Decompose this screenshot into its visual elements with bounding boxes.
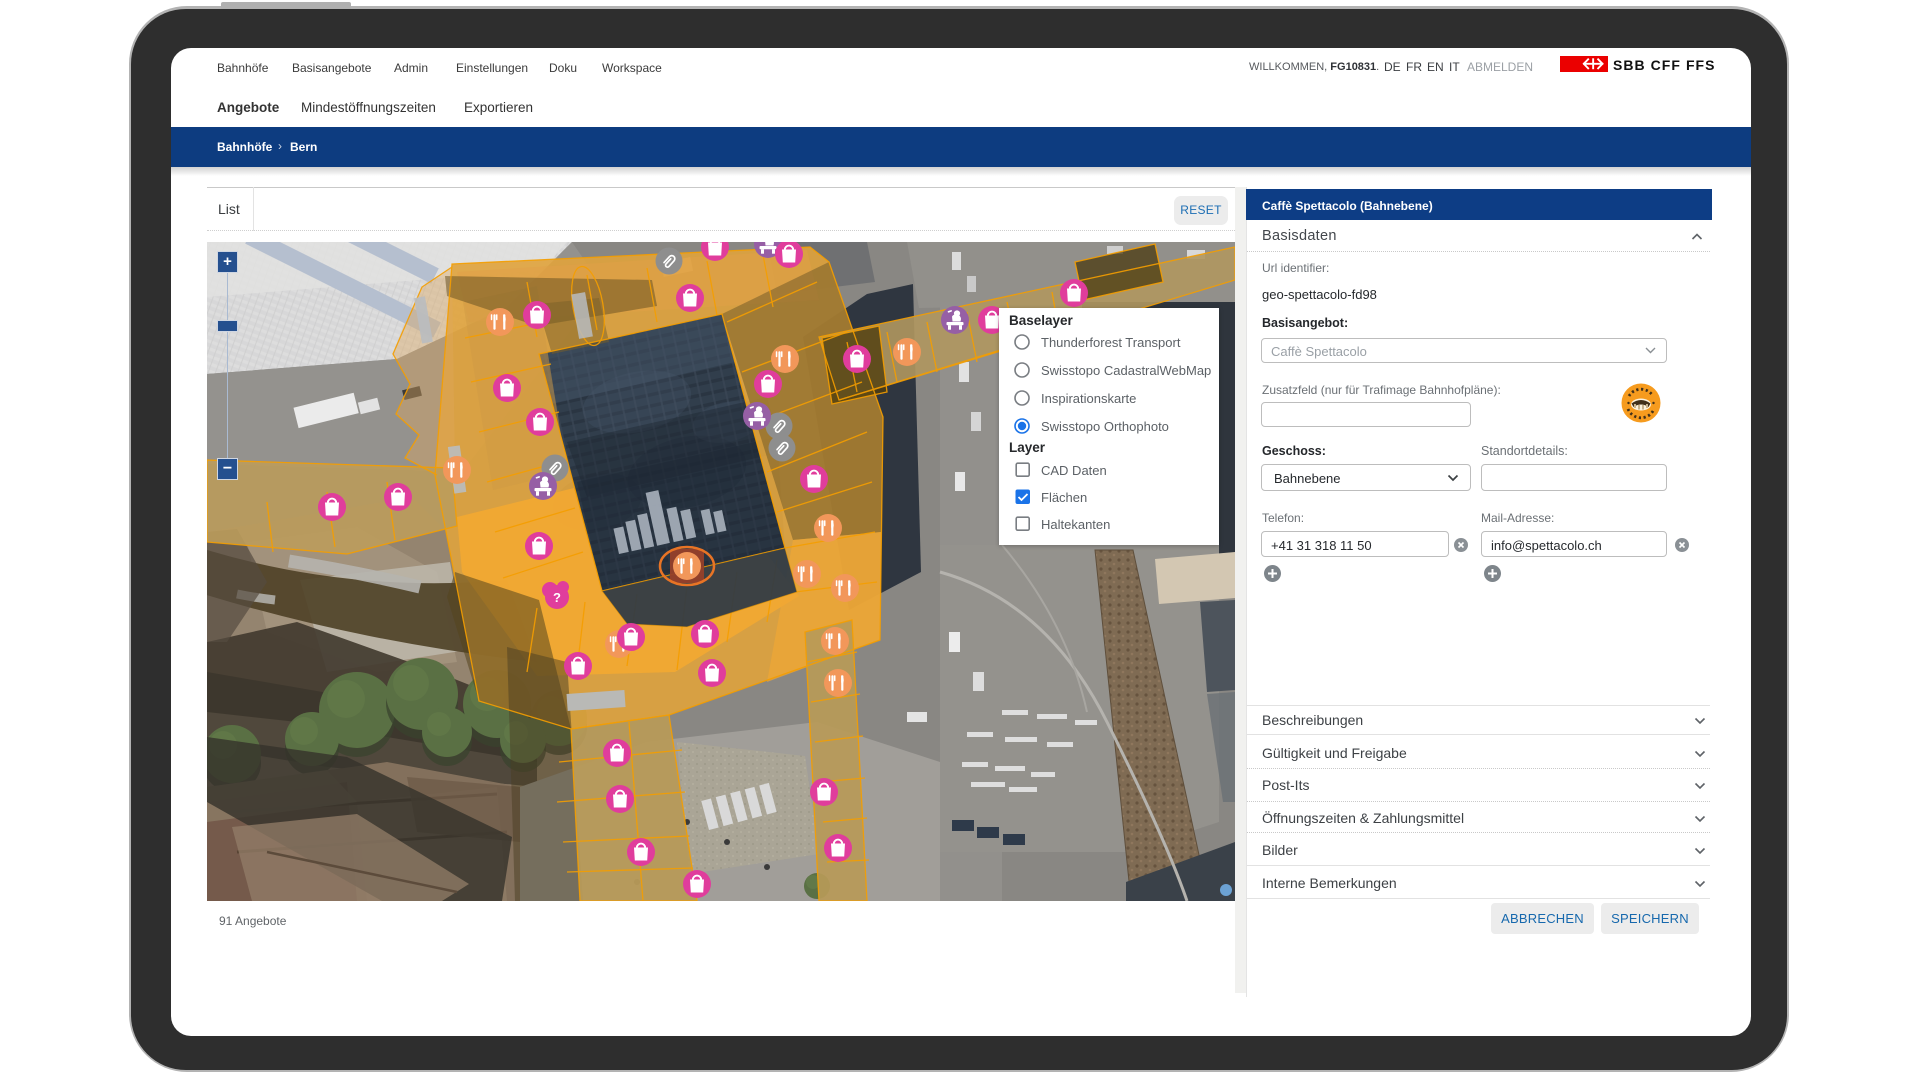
- svg-text:?: ?: [553, 590, 561, 605]
